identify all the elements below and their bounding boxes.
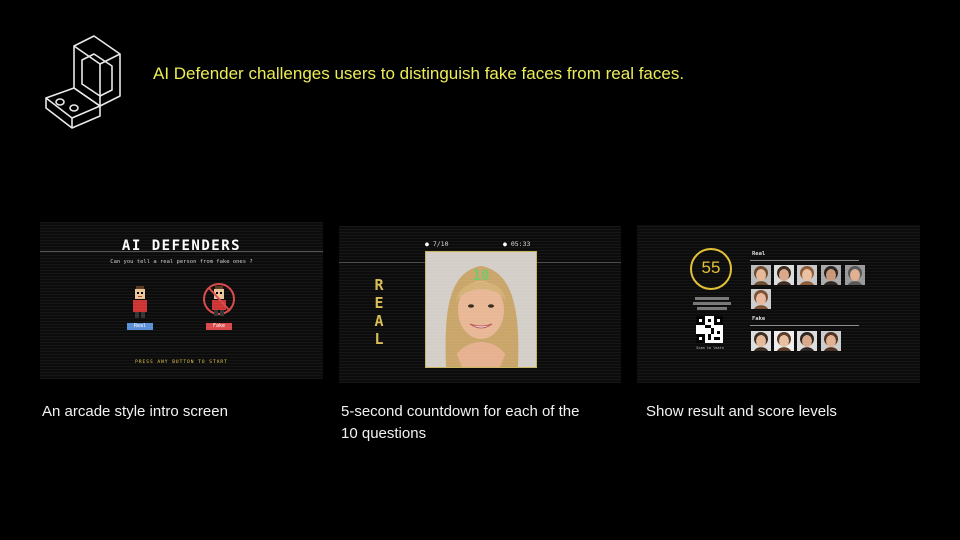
face-thumbnail-icon	[751, 265, 771, 285]
caption-result: Show result and score levels	[646, 403, 837, 420]
face-thumbnail-icon	[821, 331, 841, 351]
face-photo: 10	[425, 251, 537, 368]
intro-screen-screenshot: AI DEFENDERS Can you tell a real person …	[40, 222, 323, 379]
divider	[750, 325, 859, 326]
pixel-person-fake-icon	[203, 283, 235, 316]
face-thumbnail-icon	[774, 331, 794, 351]
score-ring: 55	[690, 248, 732, 290]
countdown-timer: 10	[472, 268, 490, 284]
caption-intro: An arcade style intro screen	[42, 403, 228, 420]
qr-caption: Scan to learn	[696, 346, 724, 350]
clock: ● 05:33	[503, 240, 531, 248]
vertical-label-letter: R	[374, 276, 384, 294]
face-thumbnail-icon	[751, 331, 771, 351]
game-subtitle: Can you tell a real person from fake one…	[110, 259, 253, 265]
qr-code-icon	[696, 316, 723, 343]
vertical-label-letter: E	[374, 294, 384, 312]
score-quote	[689, 295, 735, 312]
question-progress: ● 7/10	[425, 240, 449, 248]
pixel-person-real-icon	[133, 286, 147, 318]
real-button-label: Real	[133, 323, 147, 329]
score-value: 55	[701, 258, 721, 277]
face-thumbnail-icon	[797, 265, 817, 285]
start-prompt: PRESS ANY BUTTON TO START	[135, 360, 228, 365]
real-section-label: Real	[752, 251, 766, 257]
real-button: Real	[127, 323, 153, 330]
headline: AI Defender challenges users to distingu…	[153, 64, 685, 83]
vertical-label-letter: L	[374, 330, 384, 348]
arcade-cabinet-logo-icon	[45, 35, 121, 129]
divider	[750, 260, 859, 261]
fake-button: Fake	[206, 323, 232, 330]
caption-countdown: 5-second countdown for each of the 10 qu…	[341, 401, 580, 445]
game-title: AI DEFENDERS	[121, 238, 242, 254]
vertical-label-letter: A	[374, 312, 384, 330]
countdown-screen-screenshot: ● 7/10 ● 05:33 R E A L 10	[339, 226, 621, 383]
face-thumbnail-icon	[845, 265, 865, 285]
caption-countdown-line: 5-second countdown for each of the	[341, 403, 580, 420]
result-screen-screenshot: 55 Scan to learn Real Fake	[637, 225, 920, 383]
fake-section-label: Fake	[752, 316, 766, 322]
face-thumbnail-icon	[821, 265, 841, 285]
fake-button-label: Fake	[212, 323, 226, 329]
progress-value: 7/10	[432, 240, 449, 248]
face-thumbnail-icon	[751, 289, 771, 309]
face-thumbnail-icon	[774, 265, 794, 285]
face-thumbnail-icon	[797, 331, 817, 351]
clock-value: 05:33	[510, 240, 531, 248]
caption-countdown-line: 10 questions	[341, 425, 427, 442]
scanline-overlay	[637, 225, 920, 383]
